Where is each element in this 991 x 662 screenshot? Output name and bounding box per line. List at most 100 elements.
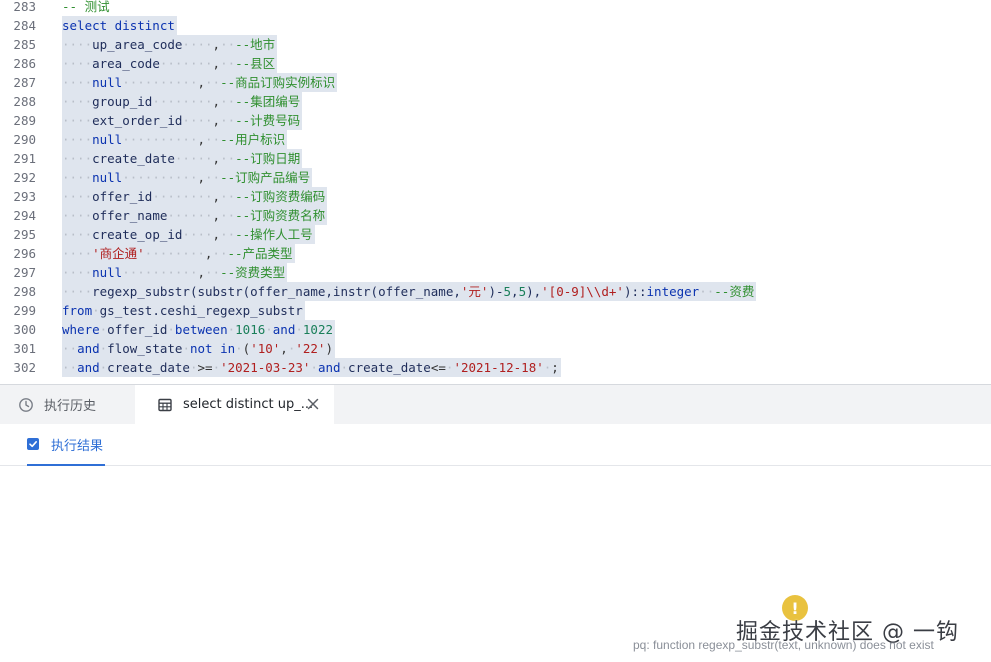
code-token: --操作人工号 [235, 227, 313, 242]
code-token: create_date [348, 360, 431, 375]
code-token: ·· [205, 132, 221, 147]
code-line[interactable]: 300 where·offer_id·between·1016·and·1022 [0, 320, 991, 339]
code-text: ····null··········,··--订购产品编号 [62, 168, 313, 187]
code-token: ···· [62, 151, 93, 166]
code-token: between [174, 322, 228, 337]
code-line[interactable]: 288 ····group_id········,··--集团编号 [0, 92, 991, 111]
code-token: ···· [182, 227, 213, 242]
code-token: gs_test.ceshi_regexp_substr [99, 303, 303, 318]
code-line[interactable]: 286 ····area_code·······,··--县区 [0, 54, 991, 73]
code-token: ···· [62, 56, 93, 71]
panel-tab-bar: 执行历史 select distinct up_... [0, 385, 991, 424]
code-token: '[0-9]\\d+' [541, 284, 624, 299]
code-line[interactable]: 289 ····ext_order_id····,··--计费号码 [0, 111, 991, 130]
close-icon[interactable] [305, 396, 321, 412]
line-number: 284 [13, 18, 36, 33]
code-token: ·········· [122, 132, 198, 147]
line-number: 295 [13, 227, 36, 242]
line-number: 285 [13, 37, 36, 52]
code-line[interactable]: 299 from·gs_test.ceshi_regexp_substr [0, 301, 991, 320]
code-text: ··and·create_date·>=·'2021-03-23'·and·cr… [62, 358, 561, 377]
code-text: ····area_code·······,··--县区 [62, 54, 278, 73]
code-token: ···· [182, 113, 213, 128]
code-line[interactable]: 292 ····null··········,··--订购产品编号 [0, 168, 991, 187]
code-text: ····create_date·····,··--订购日期 [62, 149, 303, 168]
code-token: ·········· [122, 75, 198, 90]
code-token: ·· [220, 208, 236, 223]
code-line[interactable]: 302 ··and·create_date·>=·'2021-03-23'·and… [0, 358, 991, 377]
code-token: ···· [62, 227, 93, 242]
code-token: · [167, 322, 175, 337]
code-line[interactable]: 293 ····offer_id········,··--订购资费编码 [0, 187, 991, 206]
code-line[interactable]: 294 ····offer_name······,··--订购资费名称 [0, 206, 991, 225]
code-token: offer_id [107, 322, 168, 337]
code-token: <= [430, 360, 446, 375]
code-text: ····offer_id········,··--订购资费编码 [62, 187, 328, 206]
code-token: regexp_substr(substr(offer_name,instr(of… [92, 284, 461, 299]
tab-execution-history[interactable]: 执行历史 [0, 385, 135, 424]
code-line[interactable]: 298 ····regexp_substr(substr(offer_name,i… [0, 282, 991, 301]
code-line[interactable]: 296 ····'商企通'········,··--产品类型 [0, 244, 991, 263]
code-token: null [92, 265, 123, 280]
line-number: 300 [13, 322, 36, 337]
code-line[interactable]: 291 ····create_date·····,··--订购日期 [0, 149, 991, 168]
code-line[interactable]: 295 ····create_op_id····,··--操作人工号 [0, 225, 991, 244]
code-line[interactable]: 301 ··and·flow_state·not in·('10',·'22') [0, 339, 991, 358]
code-token: '元' [460, 284, 489, 299]
line-number: 289 [13, 113, 36, 128]
code-token: · [189, 360, 198, 375]
code-token: · [340, 360, 349, 375]
code-token: 1016 [235, 322, 266, 337]
code-token: flow_state [107, 341, 183, 356]
code-line[interactable]: 290 ····null··········,··--用户标识 [0, 130, 991, 149]
subtab-execution-result[interactable]: 执行结果 [27, 424, 106, 466]
code-token: --地市 [235, 37, 276, 52]
code-token: ···· [182, 37, 213, 52]
code-token: null [92, 75, 123, 90]
tab-query-result[interactable]: select distinct up_... [135, 385, 334, 424]
code-line[interactable]: 283 -- 测试 [0, 0, 991, 16]
code-line[interactable]: 285 ····up_area_code····,··--地市 [0, 35, 991, 54]
code-token: , [212, 56, 221, 71]
code-token: ········ [152, 189, 213, 204]
code-token: -- 测试 [62, 0, 110, 14]
code-line[interactable]: 297 ····null··········,··--资费类型 [0, 263, 991, 282]
code-token: ·· [699, 284, 715, 299]
code-text: ····'商企通'········,··--产品类型 [62, 244, 295, 263]
code-token: --计费号码 [235, 113, 301, 128]
line-number: 290 [13, 132, 36, 147]
code-token: ···· [62, 189, 93, 204]
code-text: from·gs_test.ceshi_regexp_substr [62, 301, 305, 320]
code-token: --资费类型 [220, 265, 286, 280]
code-token: ······ [167, 208, 213, 223]
code-token: ) [325, 341, 333, 356]
line-number: 299 [13, 303, 36, 318]
code-token: ···· [62, 246, 93, 261]
code-token: ·· [205, 75, 221, 90]
code-line[interactable]: 284 select distinct [0, 16, 991, 35]
sql-editor[interactable]: 283 -- 测试 284 select distinct 285 ····up_area… [0, 0, 991, 384]
code-text: ····up_area_code····,··--地市 [62, 35, 278, 54]
code-text: -- 测试 [62, 0, 112, 16]
code-token: )- [488, 284, 504, 299]
code-token: ·· [220, 227, 236, 242]
line-number: 283 [13, 0, 36, 14]
code-token: ········ [144, 246, 205, 261]
code-token: · [265, 322, 273, 337]
code-token: select distinct [62, 18, 175, 33]
code-token: and [77, 360, 100, 375]
code-token: , [280, 341, 288, 356]
code-token: --订购产品编号 [220, 170, 311, 185]
code-token: ······· [159, 56, 213, 71]
code-text: ··and·flow_state·not in·('10',·'22') [62, 339, 335, 358]
code-token: create_op_id [92, 227, 183, 242]
code-token: and [272, 322, 296, 337]
code-token: >= [197, 360, 213, 375]
code-token: , [212, 189, 221, 204]
code-token: ···· [62, 113, 93, 128]
code-token: --资费 [714, 284, 755, 299]
line-number: 288 [13, 94, 36, 109]
code-token: · [92, 303, 100, 318]
subtab-label: 执行结果 [51, 438, 104, 454]
code-line[interactable]: 287 ····null··········,··--商品订购实例标识 [0, 73, 991, 92]
